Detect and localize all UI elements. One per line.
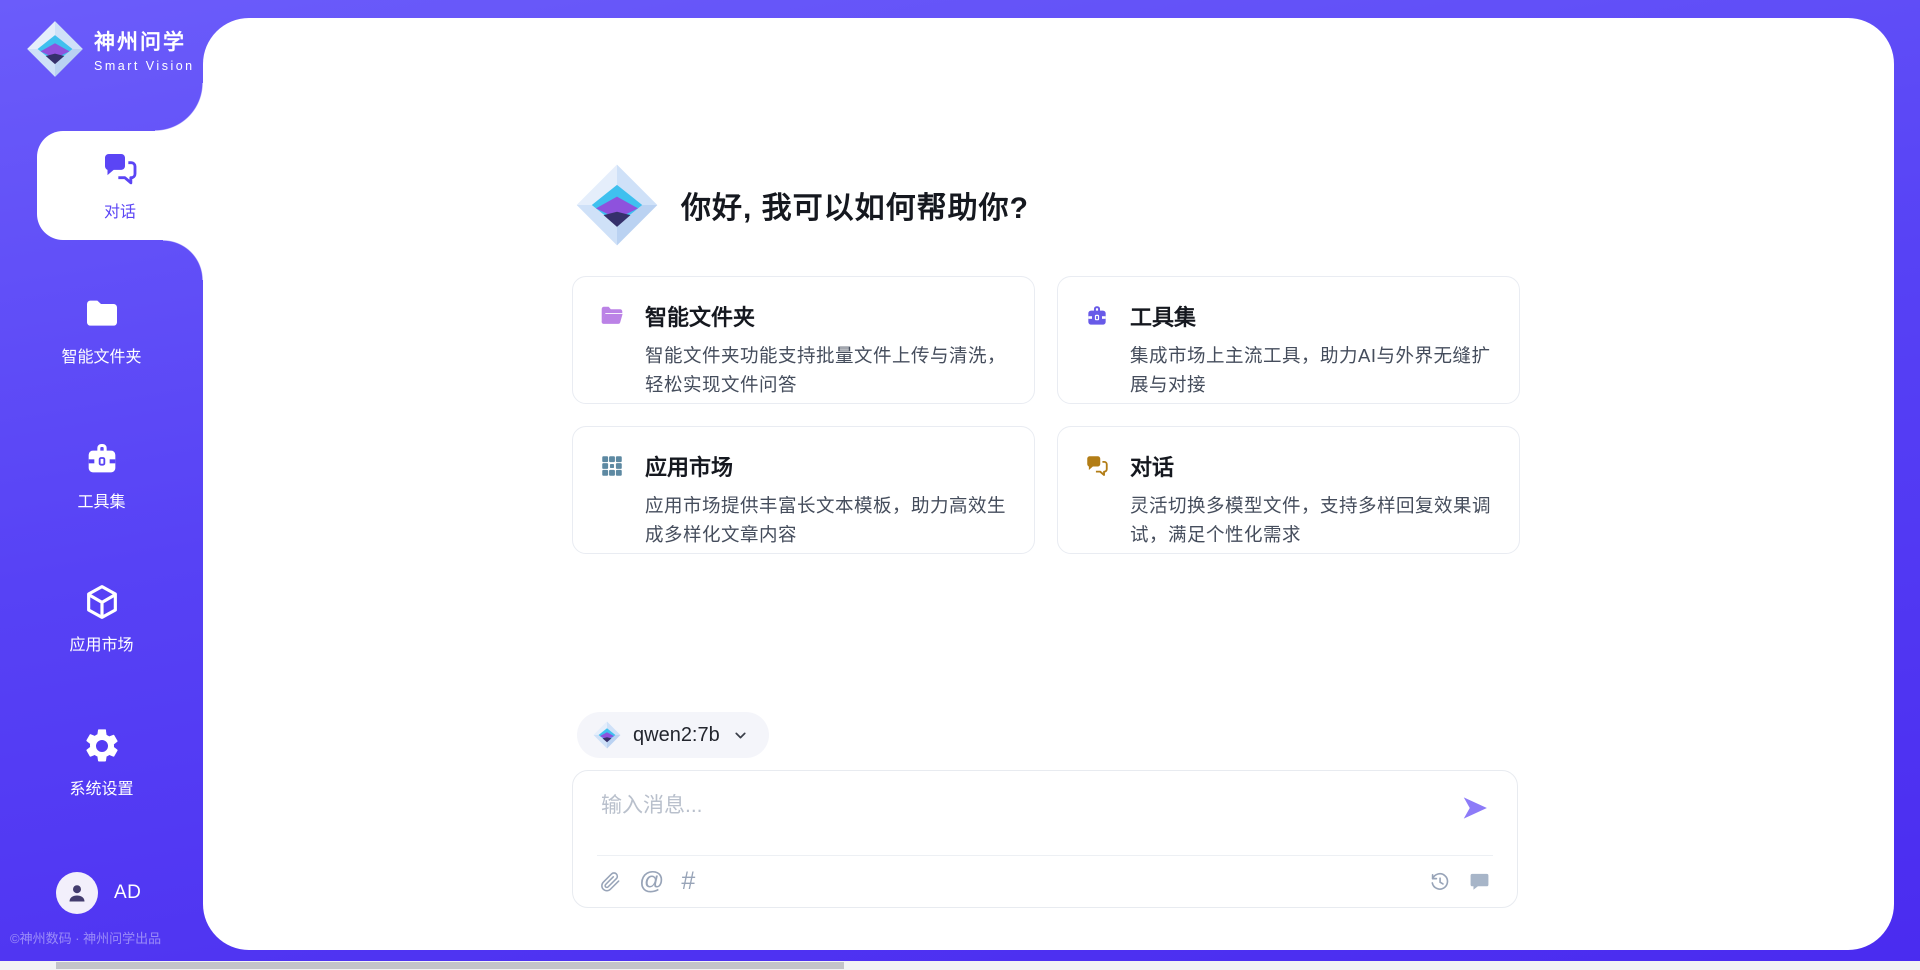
card-title: 应用市场 [645,450,733,482]
model-selector[interactable]: qwen2:7b [577,712,769,758]
scrollbar-thumb[interactable] [56,962,844,969]
app-root: 神州问学 Smart Vision 对话 智能文件夹 [0,0,1920,970]
message-icon [1468,870,1491,893]
toolbox-icon [82,439,122,479]
sidebar-item-label: 智能文件夹 [61,343,141,367]
gear-icon [82,726,122,766]
composer: @ # [572,770,1518,908]
composer-toolbar: @ # [599,869,1491,894]
send-icon [1460,793,1490,823]
sidebar-item-label: 工具集 [77,488,125,512]
toolbox-icon [1084,303,1110,329]
card-description: 智能文件夹功能支持批量文件上传与清洗，轻松实现文件问答 [645,341,1008,399]
card-title: 工具集 [1130,300,1196,332]
sidebar-item-toolbox[interactable]: 工具集 [0,423,203,527]
card-description: 集成市场上主流工具，助力AI与外界无缝扩展与对接 [1130,341,1493,399]
sidebar-item-label: 应用市场 [69,631,133,655]
card-title: 智能文件夹 [645,300,755,332]
card-app-market[interactable]: 应用市场 应用市场提供丰富长文本模板，助力高效生成多样化文章内容 [572,426,1035,554]
send-button[interactable] [1459,793,1491,825]
sidebar-item-market[interactable]: 应用市场 [0,566,203,670]
grid-icon [599,453,625,479]
person-icon [65,881,89,905]
history-button[interactable] [1428,870,1451,893]
welcome-header: 你好, 我可以如何帮助你? [575,163,1029,247]
folder-open-icon [599,303,625,329]
brand-name: 神州问学 [94,26,195,56]
model-name: qwen2:7b [633,724,720,747]
chat-icon [100,149,140,189]
folder-icon [82,294,122,334]
copyright: ©神州数码 · 神州问学出品 [10,928,161,947]
chat-icon [1084,453,1110,479]
avatar [56,872,98,914]
main-panel: 你好, 我可以如何帮助你? 智能文件夹 智能文件夹功能支持批量文件上传与清洗，轻… [203,18,1894,950]
quick-message-button[interactable] [1468,870,1491,893]
card-chat[interactable]: 对话 灵活切换多模型文件，支持多样回复效果调试，满足个性化需求 [1057,426,1520,554]
topic-button[interactable]: # [681,869,695,894]
user-profile[interactable]: AD [56,872,141,914]
tab-bottom-corner [163,240,203,280]
card-description: 应用市场提供丰富长文本模板，助力高效生成多样化文章内容 [645,491,1008,549]
sidebar-item-label: 系统设置 [69,775,133,799]
paperclip-icon [599,870,622,893]
sidebar-item-label: 对话 [104,198,136,222]
sidebar: 神州问学 Smart Vision 对话 智能文件夹 [0,0,203,970]
card-smart-folder[interactable]: 智能文件夹 智能文件夹功能支持批量文件上传与清洗，轻松实现文件问答 [572,276,1035,404]
brand-logo-icon [26,20,84,78]
greeting-text: 你好, 我可以如何帮助你? [681,183,1029,227]
message-input[interactable] [599,787,1437,845]
model-logo-icon [593,721,621,749]
assistant-logo-icon [575,163,659,247]
hash-icon: # [681,869,695,894]
brand: 神州问学 Smart Vision [26,20,195,78]
sidebar-item-chat[interactable]: 对话 [37,131,203,240]
card-description: 灵活切换多模型文件，支持多样回复效果调试，满足个性化需求 [1130,491,1493,549]
brand-text: 神州问学 Smart Vision [94,26,195,73]
sidebar-item-folders[interactable]: 智能文件夹 [0,278,203,382]
cube-icon [82,582,122,622]
tab-top-corner [155,83,203,131]
brand-subtitle: Smart Vision [94,59,195,73]
mention-button[interactable]: @ [639,869,664,894]
card-toolbox[interactable]: 工具集 集成市场上主流工具，助力AI与外界无缝扩展与对接 [1057,276,1520,404]
attach-button[interactable] [599,870,622,893]
at-icon: @ [639,869,664,894]
history-icon [1428,870,1451,893]
horizontal-scrollbar[interactable] [0,961,1920,970]
user-initials: AD [114,882,141,904]
card-title: 对话 [1130,450,1174,482]
sidebar-item-settings[interactable]: 系统设置 [0,710,203,814]
composer-divider [597,855,1493,856]
feature-cards: 智能文件夹 智能文件夹功能支持批量文件上传与清洗，轻松实现文件问答 工具集 集成… [572,276,1520,554]
chevron-down-icon [732,727,749,744]
